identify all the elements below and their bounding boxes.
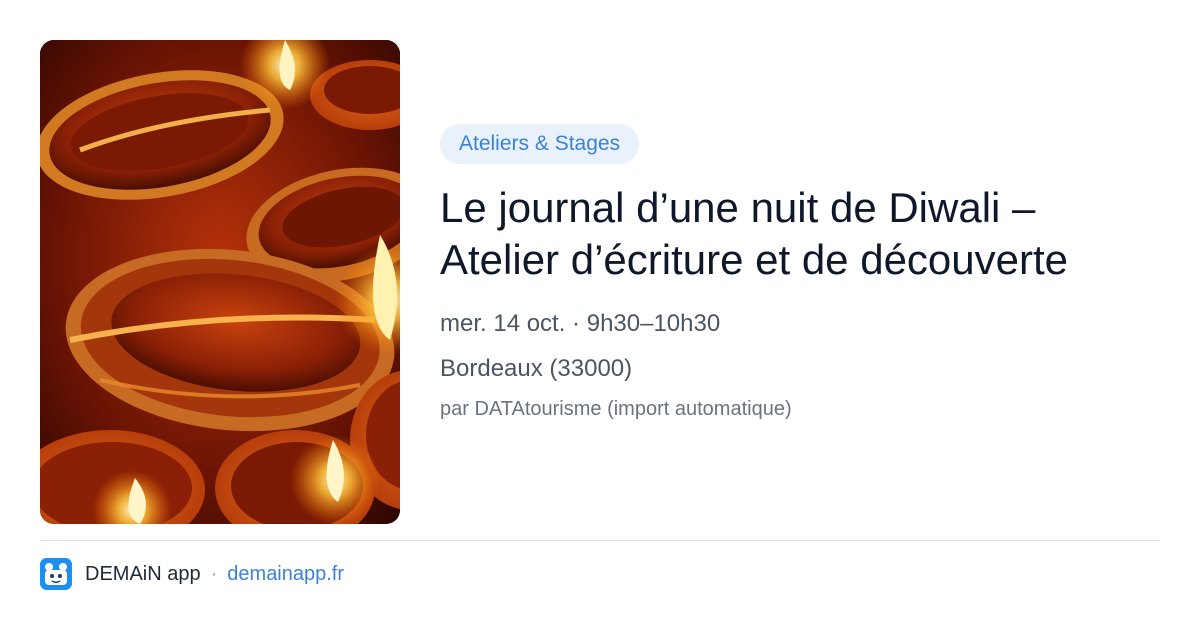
- footer: DEMAiN app · demainapp.fr: [40, 558, 344, 590]
- footer-separator: ·: [210, 562, 218, 585]
- category-badge[interactable]: Ateliers & Stages: [440, 124, 640, 164]
- event-title[interactable]: Le journal d’une nuit de Diwali – Atelie…: [440, 182, 1130, 286]
- event-date-time: mer. 14 oct. · 9h30–10h30: [440, 310, 721, 337]
- event-info: Ateliers & Stages Le journal d’une nuit …: [440, 124, 1140, 422]
- demain-app-logo-icon: [40, 558, 72, 590]
- event-image[interactable]: [40, 40, 400, 524]
- share-card: Ateliers & Stages Le journal d’une nuit …: [0, 0, 1200, 630]
- app-name: DEMAiN app: [85, 562, 201, 585]
- footer-divider: [40, 540, 1160, 541]
- diwali-lamps-illustration: [40, 40, 400, 524]
- event-source: par DATAtourisme (import automatique): [440, 398, 792, 420]
- event-location: Bordeaux (33000): [440, 355, 633, 382]
- app-website-link[interactable]: demainapp.fr: [227, 563, 344, 586]
